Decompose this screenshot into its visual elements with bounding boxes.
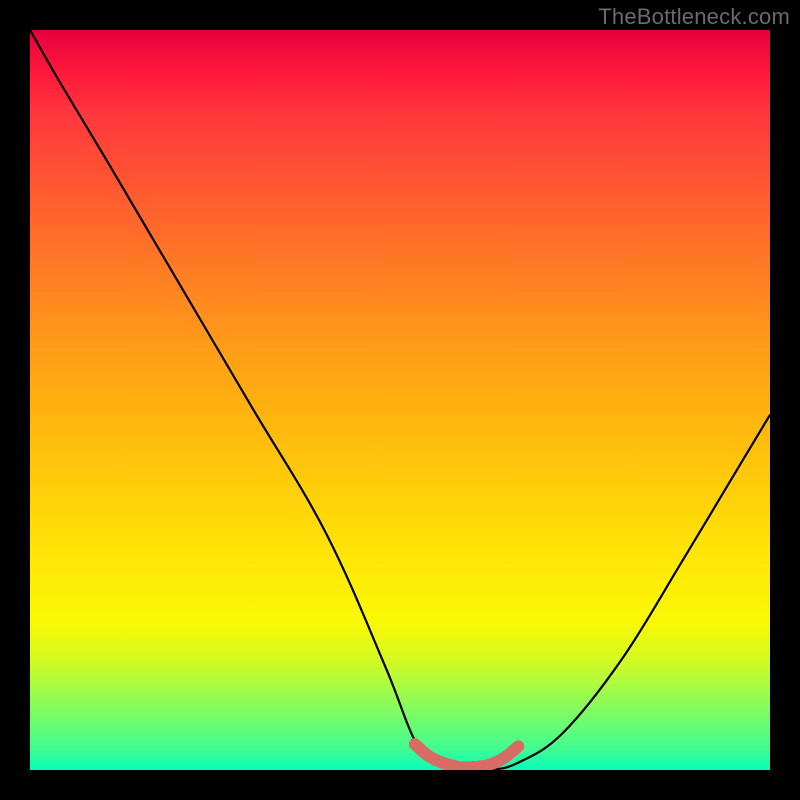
chart-svg: [30, 30, 770, 770]
plot-area: [30, 30, 770, 770]
chart-frame: TheBottleneck.com: [0, 0, 800, 800]
watermark-text: TheBottleneck.com: [598, 4, 790, 30]
bottleneck-curve-line: [30, 30, 770, 770]
optimal-zone-marker-line: [415, 744, 519, 767]
